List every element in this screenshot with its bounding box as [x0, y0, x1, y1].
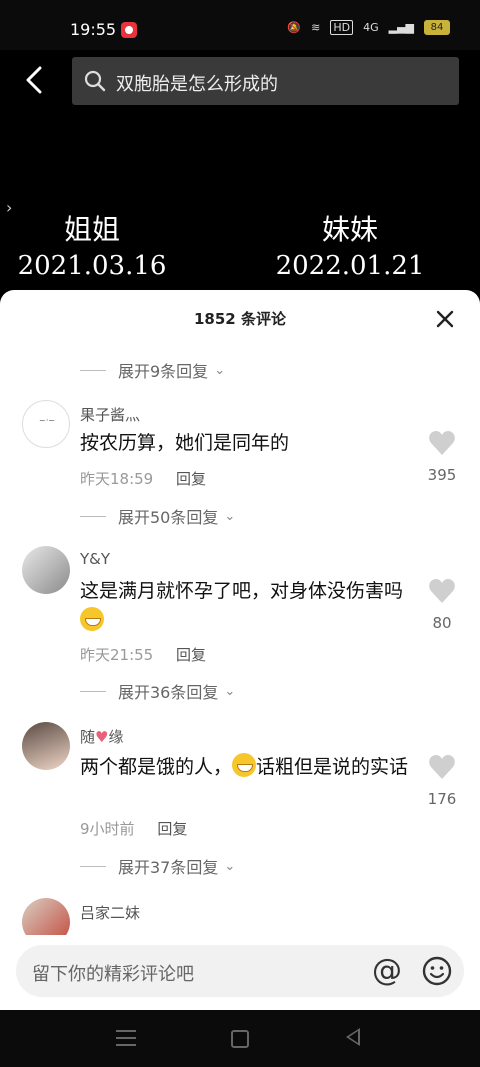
- expand-replies-button[interactable]: 展开37条回复 ⌄: [80, 854, 235, 878]
- video-left-label: 姐姐: [63, 213, 120, 246]
- reply-button[interactable]: 回复: [176, 470, 206, 488]
- comment-text: 这是满月就怀孕了吧，对身体没伤害吗: [80, 576, 415, 636]
- avatar[interactable]: [22, 722, 70, 770]
- divider: [80, 690, 106, 692]
- like-button[interactable]: 176: [422, 754, 462, 808]
- comment-username[interactable]: 吕家二妹: [80, 902, 140, 923]
- video-right-date: 2022.01.21: [275, 251, 425, 281]
- username-part: 随: [80, 728, 96, 746]
- comments-title: 1852 条评论: [194, 310, 286, 328]
- video-right-label: 妹妹: [321, 213, 378, 246]
- battery-icon: 84: [424, 20, 450, 35]
- signal-label: 4G: [363, 21, 379, 34]
- avatar[interactable]: ~·~: [22, 400, 70, 448]
- at-mention-icon[interactable]: @: [372, 953, 402, 988]
- grinning-emoji-icon: [232, 753, 257, 777]
- search-icon: [84, 70, 106, 92]
- comment-username[interactable]: 随♥缘: [80, 726, 123, 747]
- like-count: 395: [427, 466, 457, 484]
- system-nav-bar: [0, 1010, 480, 1067]
- heart-icon: [429, 579, 455, 603]
- like-button[interactable]: 80: [422, 578, 462, 632]
- video-preview[interactable]: › 姐姐 2021.03.16 妹妹 2022.01.21: [0, 120, 480, 295]
- comment-time: 昨天21:55: [80, 646, 154, 664]
- hd-badge: HD: [330, 20, 354, 35]
- menu-icon[interactable]: [116, 1030, 136, 1051]
- comment-input-placeholder: 留下你的精彩评论吧: [32, 964, 194, 985]
- comment-input-bar: 留下你的精彩评论吧 @: [0, 935, 480, 1010]
- expand-replies-label: 展开36条回复: [118, 683, 219, 702]
- chevron-down-icon: ⌄: [224, 683, 236, 699]
- comment-text-part: 两个都是饿的人，: [80, 756, 233, 778]
- comment-time: 9小时前: [80, 820, 135, 838]
- divider: [80, 369, 106, 371]
- heart-icon: [429, 755, 455, 779]
- comment-meta: 昨天21:55 回复: [80, 644, 206, 665]
- comment-text-body: 这是满月就怀孕了吧，对身体没伤害吗: [80, 580, 404, 602]
- status-bar: 19:55 🔕 ≋ HD 4G ▂▄▆ 84: [0, 0, 480, 50]
- comment-input[interactable]: 留下你的精彩评论吧 @: [16, 945, 464, 997]
- emoji-smile-icon[interactable]: [422, 956, 452, 986]
- chevron-down-icon: ⌄: [214, 362, 226, 378]
- heart-emoji-icon: ♥: [95, 728, 109, 746]
- back-triangle-icon[interactable]: [346, 1028, 360, 1046]
- avatar-scribble: ~·~: [39, 416, 55, 425]
- expand-replies-label: 展开50条回复: [118, 508, 219, 527]
- reply-button[interactable]: 回复: [157, 820, 187, 838]
- expand-replies-label: 展开9条回复: [118, 362, 209, 381]
- heart-icon: [429, 431, 455, 455]
- comment-username[interactable]: Y&Y: [80, 550, 110, 568]
- home-icon[interactable]: [231, 1030, 249, 1048]
- expand-replies-button[interactable]: 展开9条回复 ⌄: [80, 358, 225, 382]
- divider: [80, 515, 106, 517]
- search-query: 双胞胎是怎么形成的: [116, 74, 278, 95]
- comment-text: 按农历算，她们是同年的: [80, 432, 290, 454]
- screen-record-icon: [121, 22, 137, 38]
- comment-text: 两个都是饿的人， 话粗但是说的实话: [80, 752, 415, 782]
- expand-replies-button[interactable]: 展开36条回复 ⌄: [80, 679, 235, 703]
- reply-button[interactable]: 回复: [176, 646, 206, 664]
- close-icon[interactable]: [434, 308, 456, 330]
- signal-icon: ▂▄▆: [388, 21, 414, 34]
- avatar[interactable]: [22, 546, 70, 594]
- wifi-icon: ≋: [311, 21, 321, 34]
- username-part: 缘: [108, 728, 124, 746]
- comment-meta: 昨天18:59 回复: [80, 468, 206, 489]
- like-count: 176: [427, 790, 457, 808]
- status-icons: 🔕 ≋ HD 4G ▂▄▆ 84: [287, 20, 450, 35]
- back-arrow-icon[interactable]: [22, 66, 46, 94]
- search-bar[interactable]: 双胞胎是怎么形成的: [72, 57, 459, 105]
- mute-icon: 🔕: [287, 21, 302, 34]
- comment-meta: 9小时前 回复: [80, 818, 187, 839]
- expand-replies-label: 展开37条回复: [118, 858, 219, 877]
- like-count: 80: [432, 614, 452, 632]
- laughing-emoji-icon: [80, 607, 104, 631]
- chevron-down-icon: ⌄: [224, 508, 236, 524]
- status-time: 19:55: [70, 20, 117, 39]
- comment-text-part: 话粗但是说的实话: [256, 756, 409, 778]
- comments-sheet: 1852 条评论 展开9条回复 ⌄ ~·~ 果子酱灬 按农历算，她们是同年的 昨…: [0, 290, 480, 1010]
- like-button[interactable]: 395: [422, 430, 462, 484]
- video-left-date: 2021.03.16: [17, 251, 167, 281]
- comment-username[interactable]: 果子酱灬: [80, 404, 140, 425]
- comment-time: 昨天18:59: [80, 470, 154, 488]
- chevron-down-icon: ⌄: [224, 858, 236, 874]
- expand-replies-button[interactable]: 展开50条回复 ⌄: [80, 504, 235, 528]
- divider: [80, 865, 106, 867]
